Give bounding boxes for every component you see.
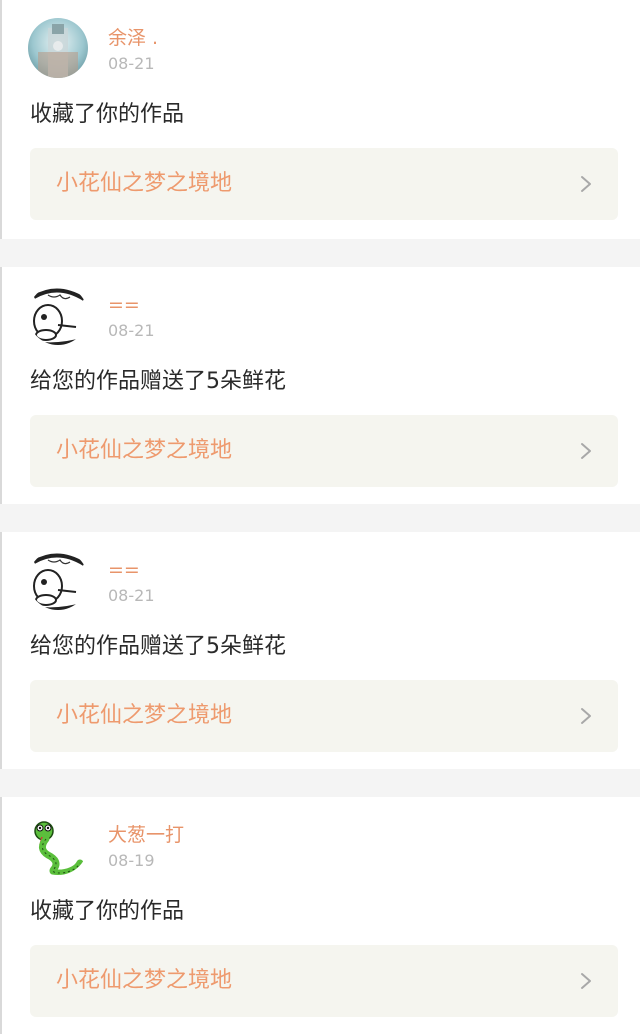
work-link-card[interactable]: 小花仙之梦之境地: [30, 415, 618, 487]
notification-action-text: 收藏了你的作品: [30, 102, 185, 127]
notification-date: 08-21: [108, 586, 155, 605]
notification-action-text: 收藏了你的作品: [30, 899, 185, 924]
chevron-right-icon: [576, 174, 596, 194]
avatar-photo-icon[interactable]: [28, 18, 88, 78]
notification-feed: 余泽 . 08-21 收藏了你的作品 小花仙之梦之境地 == 08-21 给您的…: [0, 0, 640, 1034]
notification-action-text: 给您的作品赠送了5朵鲜花: [30, 369, 286, 394]
username[interactable]: 余泽 .: [108, 26, 158, 50]
notification-date: 08-21: [108, 54, 155, 73]
work-title: 小花仙之梦之境地: [56, 438, 233, 463]
chevron-right-icon: [576, 706, 596, 726]
work-title: 小花仙之梦之境地: [56, 703, 233, 728]
work-link-card[interactable]: 小花仙之梦之境地: [30, 148, 618, 220]
username[interactable]: ==: [108, 558, 140, 582]
notification-date: 08-21: [108, 321, 155, 340]
avatar-sketch-icon[interactable]: [28, 550, 88, 610]
avatar-snake-icon[interactable]: [28, 815, 88, 875]
notification-item: == 08-21 给您的作品赠送了5朵鲜花 小花仙之梦之境地: [0, 267, 640, 504]
notification-item: 余泽 . 08-21 收藏了你的作品 小花仙之梦之境地: [0, 0, 640, 239]
notification-date: 08-19: [108, 851, 155, 870]
notification-item: == 08-21 给您的作品赠送了5朵鲜花 小花仙之梦之境地: [0, 532, 640, 769]
chevron-right-icon: [576, 971, 596, 991]
username[interactable]: ==: [108, 293, 140, 317]
work-link-card[interactable]: 小花仙之梦之境地: [30, 945, 618, 1017]
notification-action-text: 给您的作品赠送了5朵鲜花: [30, 634, 286, 659]
notification-item: 大葱一打 08-19 收藏了你的作品 小花仙之梦之境地: [0, 797, 640, 1034]
username[interactable]: 大葱一打: [108, 823, 184, 847]
work-link-card[interactable]: 小花仙之梦之境地: [30, 680, 618, 752]
work-title: 小花仙之梦之境地: [56, 171, 233, 196]
chevron-right-icon: [576, 441, 596, 461]
work-title: 小花仙之梦之境地: [56, 968, 233, 993]
avatar-sketch-icon[interactable]: [28, 285, 88, 345]
